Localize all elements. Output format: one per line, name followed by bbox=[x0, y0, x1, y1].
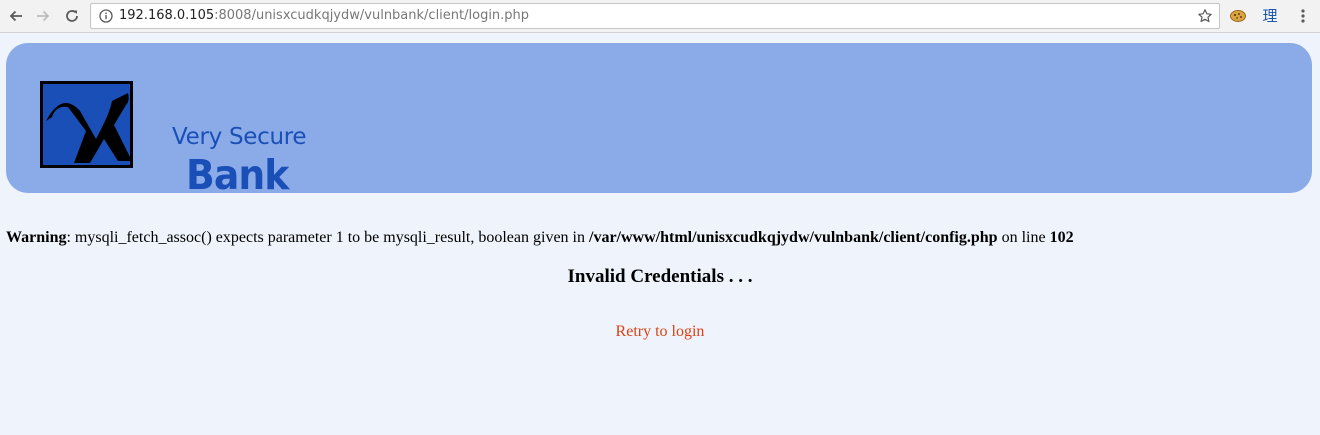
address-bar[interactable]: 192.168.0.105:8008/unisxcudkqjydw/vulnba… bbox=[90, 3, 1220, 29]
pickaxe-logo-icon bbox=[40, 81, 133, 168]
page-content: Very Secure Bank Warning: mysqli_fetch_a… bbox=[0, 33, 1320, 435]
url-host: 192.168.0.105 bbox=[119, 8, 215, 23]
warning-message: : mysqli_fetch_assoc() expects parameter… bbox=[66, 229, 589, 246]
retry-container: Retry to login bbox=[0, 322, 1320, 342]
retry-login-link[interactable]: Retry to login bbox=[616, 323, 705, 340]
back-button[interactable] bbox=[4, 4, 28, 28]
reload-icon bbox=[66, 10, 78, 22]
warning-line-text: on line bbox=[997, 229, 1050, 246]
info-icon[interactable] bbox=[99, 9, 113, 23]
warning-file-path: /var/www/html/unisxcudkqjydw/vulnbank/cl… bbox=[589, 229, 998, 246]
cookie-icon bbox=[1230, 10, 1246, 22]
logo-text-bank: Bank bbox=[186, 151, 289, 199]
kanji-extension-button[interactable]: 理 bbox=[1260, 6, 1280, 26]
reload-button[interactable] bbox=[60, 4, 84, 28]
browser-toolbar: 192.168.0.105:8008/unisxcudkqjydw/vulnba… bbox=[0, 0, 1320, 33]
logo-text-very-secure: Very Secure bbox=[172, 124, 307, 150]
php-warning: Warning: mysqli_fetch_assoc() expects pa… bbox=[6, 228, 1074, 248]
header-banner: Very Secure Bank bbox=[6, 43, 1312, 199]
forward-arrow-icon bbox=[37, 10, 50, 22]
kebab-menu-icon bbox=[1301, 9, 1305, 23]
invalid-credentials-heading: Invalid Credentials . . . bbox=[567, 266, 753, 287]
cookie-extension-button[interactable] bbox=[1228, 6, 1248, 26]
forward-button[interactable] bbox=[31, 4, 55, 28]
bookmark-star-icon[interactable] bbox=[1197, 8, 1213, 24]
url-path: :8008/unisxcudkqjydw/vulnbank/client/log… bbox=[214, 8, 530, 23]
warning-line-number: 102 bbox=[1049, 229, 1074, 246]
bank-logo[interactable]: Very Secure Bank bbox=[40, 81, 307, 199]
warning-label: Warning bbox=[6, 229, 67, 246]
kanji-extension-icon: 理 bbox=[1262, 7, 1278, 25]
back-arrow-icon bbox=[9, 10, 22, 22]
menu-button[interactable] bbox=[1293, 6, 1313, 26]
url-text[interactable]: 192.168.0.105:8008/unisxcudkqjydw/vulnba… bbox=[119, 8, 529, 24]
